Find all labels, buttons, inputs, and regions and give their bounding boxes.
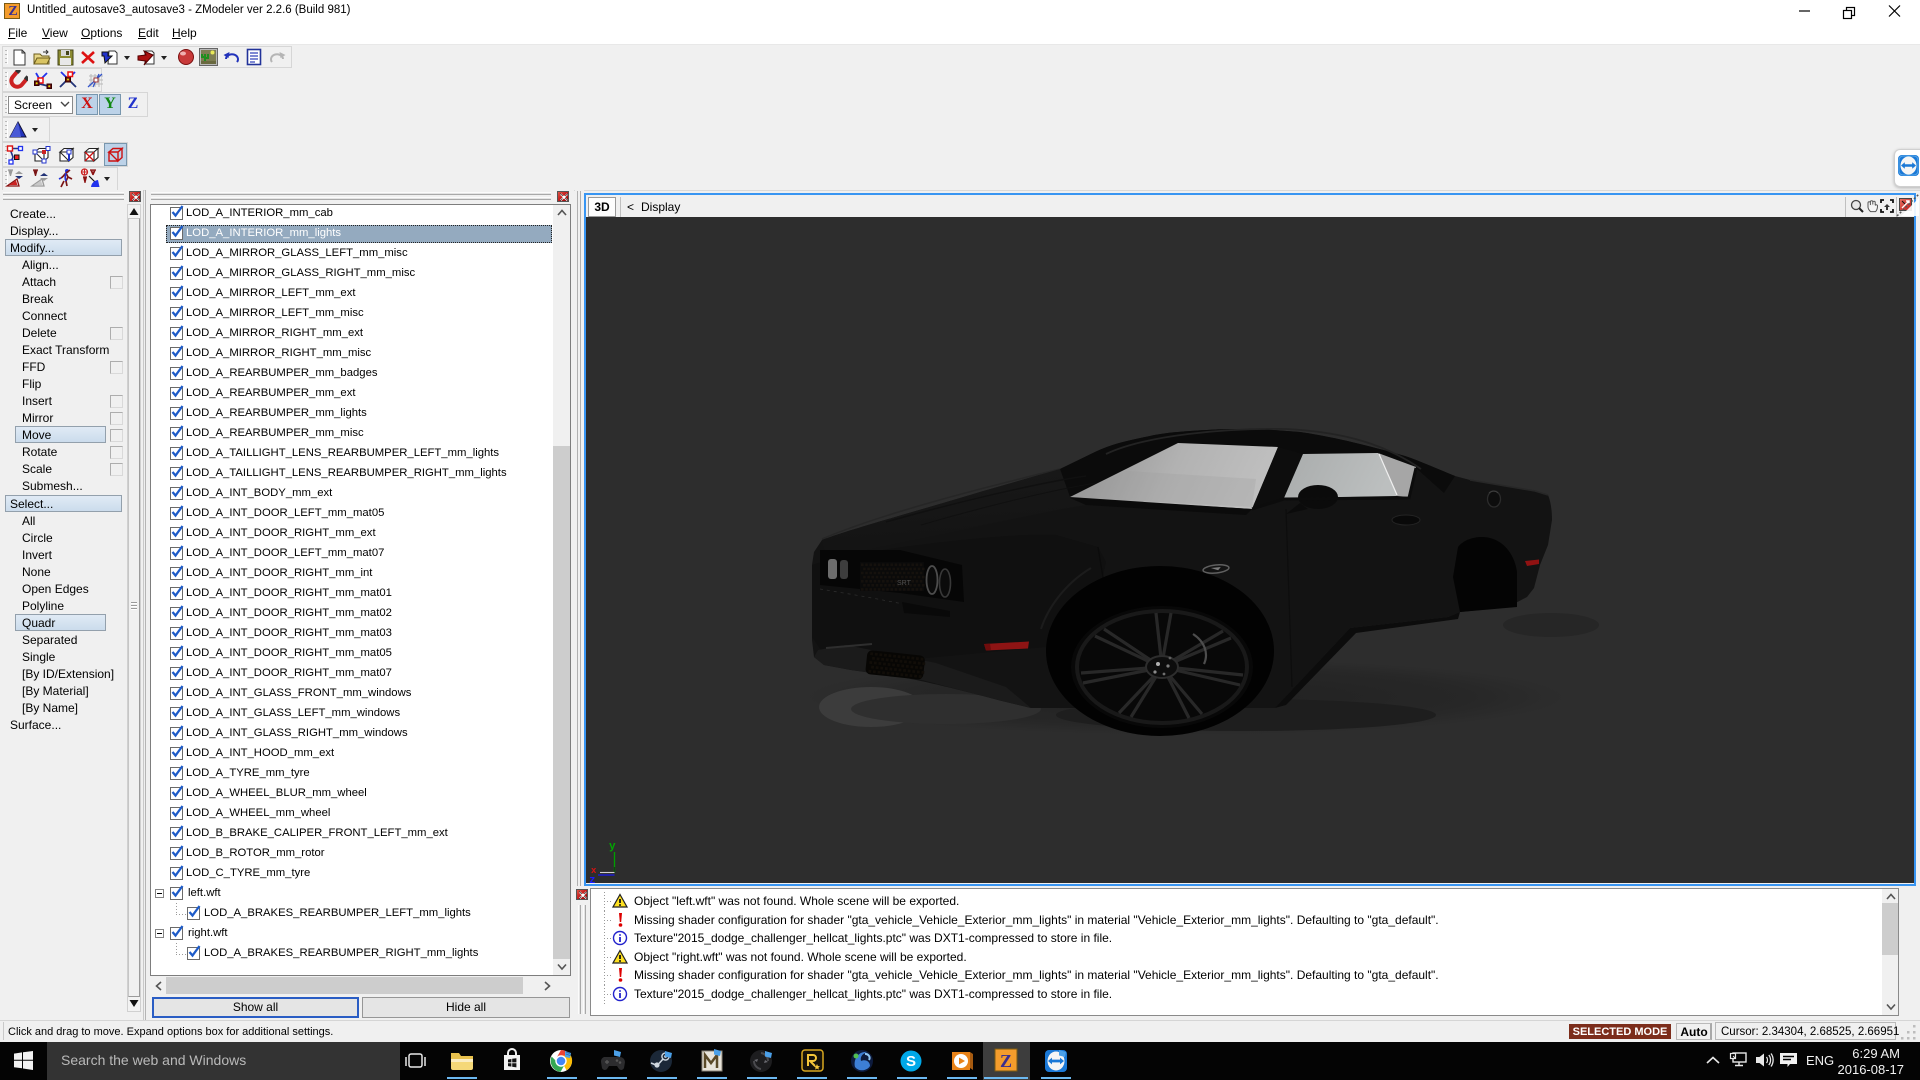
svg-text:y: y <box>609 841 616 853</box>
svg-text:S: S <box>906 1053 916 1070</box>
svg-text:SRT: SRT <box>897 580 912 587</box>
svg-text:Z: Z <box>1000 1051 1012 1071</box>
svg-text:z: z <box>589 875 596 883</box>
